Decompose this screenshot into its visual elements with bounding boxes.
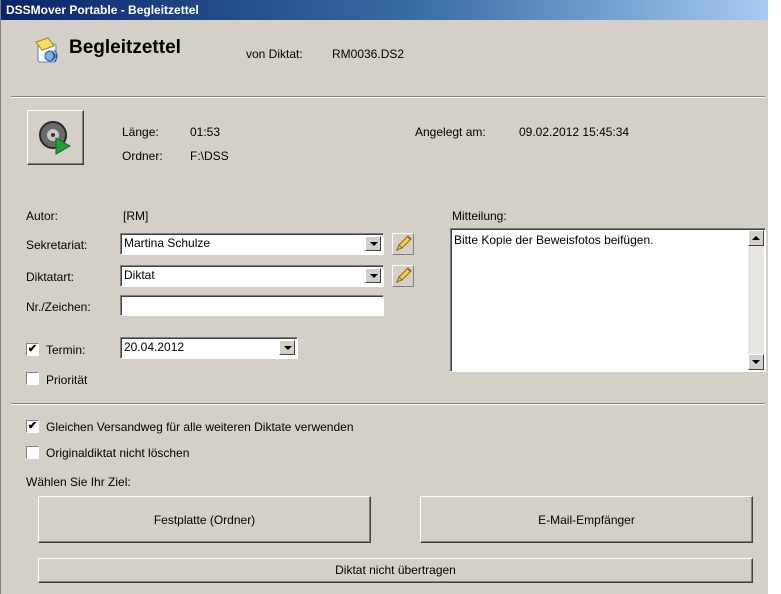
title-bar[interactable]: DSSMover Portable - Begleitzettel — [1, 0, 768, 20]
termin-checkbox[interactable]: ✔ — [26, 343, 39, 356]
gleichen-versandweg-checkbox[interactable]: ✔ — [26, 420, 39, 433]
play-icon — [39, 121, 72, 155]
termin-value: 20.04.2012 — [124, 340, 185, 354]
diktatart-value: Diktat — [124, 268, 155, 282]
angelegt-label: Angelegt am: — [415, 125, 486, 139]
mitteilung-scrollbar[interactable] — [748, 230, 764, 370]
diktatart-dropdown-arrow-icon[interactable] — [365, 268, 381, 283]
laenge-value: 01:53 — [190, 125, 221, 139]
sekretariat-select[interactable]: Martina Schulze — [120, 233, 384, 255]
pencil-icon — [396, 267, 412, 283]
divider-middle — [11, 403, 765, 405]
nr-zeichen-label: Nr./Zeichen: — [26, 300, 91, 314]
begleitzettel-icon — [32, 36, 62, 66]
originaldiktat-checkbox[interactable] — [26, 446, 39, 459]
termin-dropdown-arrow-icon[interactable] — [279, 340, 295, 355]
sekretariat-dropdown-arrow-icon[interactable] — [365, 236, 381, 251]
laenge-label: Länge: — [122, 125, 159, 139]
diktat-nicht-uebertragen-button[interactable]: Diktat nicht übertragen — [38, 558, 753, 583]
sekretariat-value: Martina Schulze — [124, 236, 211, 250]
mitteilung-text: Bitte Kopie der Beweisfotos beifügen. — [454, 233, 654, 247]
ordner-label: Ordner: — [122, 149, 163, 163]
email-empfaenger-button-label: E-Mail-Empfänger — [538, 513, 635, 527]
pencil-icon — [396, 235, 412, 251]
diktatart-select[interactable]: Diktat — [120, 265, 384, 287]
sekretariat-edit-button[interactable] — [392, 233, 414, 255]
divider-top — [11, 96, 765, 98]
scroll-down-arrow-icon[interactable] — [748, 354, 764, 370]
play-button[interactable] — [27, 110, 84, 165]
page-title: Begleitzettel — [69, 37, 181, 58]
autor-label: Autor: — [26, 209, 59, 223]
diktat-nicht-uebertragen-button-label: Diktat nicht übertragen — [335, 563, 456, 577]
termin-label: Termin: — [46, 343, 86, 357]
ziel-label: Wählen Sie Ihr Ziel: — [26, 475, 131, 489]
ordner-value: F:\DSS — [190, 149, 229, 163]
nr-zeichen-input[interactable] — [120, 295, 384, 316]
window-title: DSSMover Portable - Begleitzettel — [6, 3, 199, 17]
von-diktat-label: von Diktat: — [246, 47, 303, 61]
prioritaet-checkbox[interactable] — [26, 372, 39, 385]
gleichen-versandweg-label: Gleichen Versandweg für alle weiteren Di… — [46, 420, 354, 434]
mitteilung-textarea[interactable]: Bitte Kopie der Beweisfotos beifügen. — [450, 228, 766, 372]
festplatte-button-label: Festplatte (Ordner) — [153, 513, 256, 527]
email-empfaenger-button[interactable]: E-Mail-Empfänger — [420, 496, 753, 543]
sekretariat-label: Sekretariat: — [26, 238, 88, 252]
originaldiktat-label: Originaldiktat nicht löschen — [46, 446, 190, 460]
begleitzettel-window: DSSMover Portable - Begleitzettel Beglei… — [0, 0, 768, 594]
prioritaet-label: Priorität — [46, 373, 88, 387]
scroll-up-arrow-icon[interactable] — [748, 230, 764, 246]
diktatart-label: Diktatart: — [26, 270, 75, 284]
angelegt-value: 09.02.2012 15:45:34 — [519, 125, 630, 139]
festplatte-button[interactable]: Festplatte (Ordner) — [38, 496, 371, 543]
von-diktat-value: RM0036.DS2 — [332, 47, 405, 61]
diktatart-edit-button[interactable] — [392, 265, 414, 287]
mitteilung-label: Mitteilung: — [452, 209, 507, 223]
termin-date-picker[interactable]: 20.04.2012 — [120, 337, 298, 359]
autor-value: [RM] — [123, 209, 149, 223]
